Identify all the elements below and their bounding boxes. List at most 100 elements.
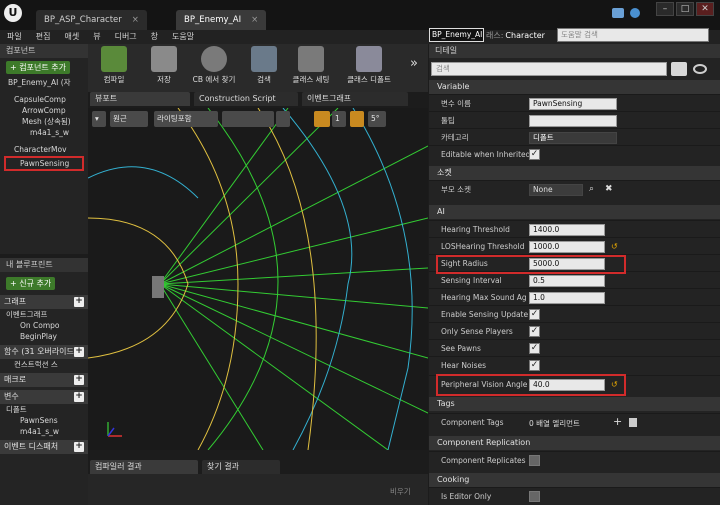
parent-socket-field[interactable]: None <box>529 184 583 196</box>
label: 변수 이름 <box>441 99 471 108</box>
tree-item-weapon-mesh[interactable]: m4a1_s_w <box>0 127 88 138</box>
section-event-dispatchers[interactable]: 이벤트 디스패처 + <box>0 440 88 454</box>
viewport-options-icon[interactable]: ▾ <box>92 111 106 127</box>
event-graph-item[interactable]: 이벤트그래프 <box>0 309 88 320</box>
menu-help[interactable]: 도움말 <box>165 30 201 44</box>
only-sense-players-checkbox[interactable]: ✓ <box>529 326 540 337</box>
menu-file[interactable]: 파일 <box>0 30 29 44</box>
group-variable[interactable]: Variable <box>429 80 720 94</box>
grid-size[interactable]: 1 <box>332 111 346 127</box>
category-dropdown[interactable]: 디폴트 <box>529 132 617 144</box>
tree-item-character-movement[interactable]: CharacterMov <box>0 144 88 155</box>
add-new-button[interactable]: + 신규 추가 <box>6 277 56 290</box>
section-variables[interactable]: 변수 + <box>0 390 88 404</box>
clear-button[interactable]: 비우기 <box>390 486 411 497</box>
add-element-icon[interactable]: + <box>613 415 622 428</box>
section-graph[interactable]: 그래프 + <box>0 295 88 309</box>
maximize-button[interactable]: □ <box>676 2 694 16</box>
axis-gizmo <box>107 422 122 437</box>
event-begin-play[interactable]: BeginPlay <box>0 331 88 342</box>
help-search-input[interactable]: 도움말 검색 <box>557 28 709 42</box>
tree-item-mesh[interactable]: Mesh (상속됨) <box>0 116 88 127</box>
tree-item-arrow[interactable]: ArrowComp <box>0 105 88 116</box>
lit-mode-button[interactable]: 라이팅포함 <box>154 111 218 127</box>
rotation-angle[interactable]: 5° <box>368 111 386 127</box>
perspective-button[interactable]: 원근 <box>110 111 148 127</box>
grid-snap-icon[interactable] <box>314 111 330 127</box>
parent-class-value[interactable]: Character <box>505 31 545 40</box>
add-dispatcher-icon[interactable]: + <box>74 442 84 452</box>
group-tags[interactable]: Tags <box>429 397 720 411</box>
variable-pawn-sensing[interactable]: PawnSens <box>0 415 88 426</box>
minimize-button[interactable]: – <box>656 2 674 16</box>
compile-button[interactable]: 컴파일 <box>90 46 138 85</box>
property-matrix-icon[interactable] <box>671 62 687 76</box>
variable-name-input[interactable]: PawnSensing <box>529 98 617 110</box>
group-component-replication[interactable]: Component Replication <box>429 436 720 450</box>
variable-weapon[interactable]: m4a1_s_w <box>0 426 88 437</box>
save-button[interactable]: 저장 <box>140 46 188 85</box>
tab-viewport[interactable]: 뷰포트 <box>90 92 190 106</box>
group-socket[interactable]: 소켓 <box>429 166 720 180</box>
hearing-threshold-input[interactable]: 1400.0 <box>529 224 605 236</box>
find-in-cb-button[interactable]: CB 에서 찾기 <box>188 46 240 85</box>
class-defaults-button[interactable]: 클래스 디폴트 <box>340 46 398 85</box>
details-search-input[interactable]: 검색 <box>431 62 667 76</box>
menu-window[interactable]: 창 <box>144 30 165 44</box>
group-cooking[interactable]: Cooking <box>429 473 720 487</box>
add-function-icon[interactable]: + <box>74 347 84 357</box>
variables-default-group[interactable]: 디폴트 <box>0 404 88 415</box>
trash-icon[interactable] <box>629 418 637 427</box>
tree-root[interactable]: BP_Enemy_AI (자 <box>0 77 88 88</box>
component-replicates-checkbox[interactable] <box>529 455 540 466</box>
class-settings-button[interactable]: 클래스 세팅 <box>286 46 336 85</box>
character-mesh[interactable] <box>152 276 164 298</box>
tab-bp-enemy-ai[interactable]: BP_Enemy_AI × <box>176 10 267 30</box>
add-variable-icon[interactable]: + <box>74 392 84 402</box>
tab-construction-script[interactable]: Construction Script <box>194 92 298 106</box>
camera-icon[interactable] <box>276 111 290 127</box>
search-socket-icon[interactable]: ⌕ <box>589 184 594 194</box>
hear-noises-checkbox[interactable]: ✓ <box>529 360 540 371</box>
viewport[interactable] <box>88 108 428 450</box>
menu-view[interactable]: 뷰 <box>86 30 107 44</box>
reset-to-default-icon[interactable]: ↺ <box>611 242 618 251</box>
add-graph-icon[interactable]: + <box>74 297 84 307</box>
tab-event-graph[interactable]: 이벤트그래프 <box>302 92 408 106</box>
editable-inherited-checkbox[interactable]: ✓ <box>529 149 540 160</box>
section-macros[interactable]: 매크로 + <box>0 373 88 387</box>
los-hearing-threshold-input[interactable]: 1000.0 <box>529 241 605 253</box>
event-on-component[interactable]: On Compo <box>0 320 88 331</box>
eye-icon[interactable] <box>693 64 707 74</box>
tree-item-pawn-sensing[interactable]: PawnSensing <box>4 156 84 171</box>
toolbar-overflow-button[interactable]: » <box>410 56 418 71</box>
menu-asset[interactable]: 애셋 <box>57 30 86 44</box>
function-construction[interactable]: 컨스트럭션 스 <box>0 359 88 370</box>
menu-edit[interactable]: 편집 <box>29 30 58 44</box>
rotation-snap-icon[interactable] <box>350 111 364 127</box>
menu-debug[interactable]: 디버그 <box>108 30 144 44</box>
search-button[interactable]: 검색 <box>240 46 288 85</box>
enable-sensing-update-checkbox[interactable]: ✓ <box>529 309 540 320</box>
tab-find-results[interactable]: 찾기 결과 <box>202 460 280 474</box>
group-ai[interactable]: AI <box>429 205 720 219</box>
tab-compiler-results[interactable]: 컴파일러 결과 <box>90 460 198 474</box>
see-pawns-checkbox[interactable]: ✓ <box>529 343 540 354</box>
tab-close-icon[interactable]: × <box>251 15 258 25</box>
add-component-button[interactable]: + 컴포넌트 추가 <box>6 61 70 74</box>
hearing-max-sound-age-input[interactable]: 1.0 <box>529 292 605 304</box>
add-macro-icon[interactable]: + <box>74 375 84 385</box>
chat-icon[interactable] <box>612 8 624 18</box>
tab-bp-asp-character[interactable]: BP_ASP_Character × <box>36 10 147 30</box>
close-button[interactable]: ✕ <box>696 2 714 16</box>
section-functions[interactable]: 함수 (31 오버라이드 + <box>0 345 88 359</box>
tab-close-icon[interactable]: × <box>132 15 139 25</box>
components-title: 컴포넌트 <box>0 44 88 58</box>
tree-item-capsule[interactable]: CapsuleComp <box>0 94 88 105</box>
transform-tools[interactable] <box>222 111 274 127</box>
sensing-interval-input[interactable]: 0.5 <box>529 275 605 287</box>
globe-icon[interactable] <box>630 8 640 18</box>
clear-socket-icon[interactable]: ✖ <box>605 184 613 194</box>
is-editor-only-checkbox[interactable] <box>529 491 540 502</box>
tooltip-input[interactable] <box>529 115 617 127</box>
